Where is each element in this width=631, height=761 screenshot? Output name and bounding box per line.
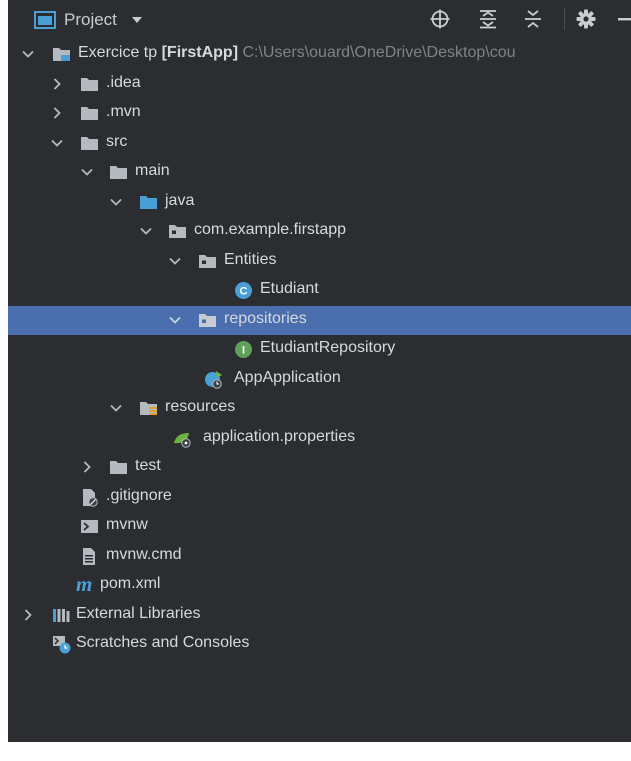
chevron-down-icon[interactable]	[168, 313, 182, 327]
tree-node-label: Etudiant	[260, 280, 319, 297]
gear-icon[interactable]	[576, 9, 596, 29]
spring-properties-icon	[174, 432, 191, 448]
tree-node-label: src	[106, 132, 128, 150]
tree-node-src[interactable]: src	[8, 129, 631, 159]
chevron-down-icon[interactable]	[131, 16, 143, 24]
tree-node-scratches[interactable]: Scratches and Consoles	[8, 630, 631, 660]
folder-icon	[110, 461, 127, 474]
tree-node-repositories[interactable]: repositories	[8, 305, 631, 335]
tree-node-test[interactable]: test	[8, 453, 631, 483]
tree-node-label: .mvn	[106, 103, 141, 120]
package-icon	[199, 313, 216, 327]
ignored-file-icon	[83, 488, 98, 507]
tree-node-label: pom.xml	[100, 575, 161, 592]
tree-node-label: Exercice tp [FirstApp] C:\Users\ouard\On…	[78, 44, 515, 62]
chevron-right-icon[interactable]	[50, 106, 64, 120]
tree-node-gitignore[interactable]: .gitignore	[8, 483, 631, 513]
package-icon	[169, 225, 186, 238]
tree-node-idea[interactable]: .idea	[8, 70, 631, 100]
package-icon	[199, 254, 216, 268]
chevron-down-icon[interactable]	[139, 224, 153, 238]
source-folder-icon	[140, 195, 157, 209]
toolbar-separator	[564, 8, 565, 30]
module-folder-icon	[53, 48, 70, 61]
project-view-selector[interactable]: Project	[34, 10, 143, 30]
tree-node-label: mvnw.cmd	[106, 545, 182, 563]
tree-node-external-libraries[interactable]: External Libraries	[8, 601, 631, 631]
maven-icon: m	[76, 572, 93, 596]
tree-node-entities[interactable]: Entities	[8, 247, 631, 277]
tree-node-label: AppApplication	[234, 368, 341, 386]
project-name: Exercice tp	[78, 44, 158, 61]
scratches-icon	[53, 636, 71, 654]
folder-icon	[81, 77, 98, 91]
tree-node-label: Scratches and Consoles	[76, 634, 250, 651]
chevron-down-icon[interactable]	[80, 165, 94, 179]
folder-icon	[110, 166, 127, 179]
resources-folder-icon	[140, 402, 157, 415]
chevron-down-icon[interactable]	[109, 401, 123, 415]
text-file-icon	[83, 547, 95, 565]
expand-all-icon[interactable]	[478, 9, 498, 29]
project-toolbar: Project	[8, 0, 631, 38]
interface-icon: I	[235, 341, 252, 358]
folder-icon	[81, 136, 98, 150]
tree-node-label: com.example.firstapp	[194, 221, 347, 238]
hide-icon[interactable]	[618, 18, 631, 21]
interface-icon-letter: I	[242, 345, 245, 357]
tree-node-label: java	[165, 191, 195, 209]
chevron-down-icon[interactable]	[50, 136, 64, 150]
tree-node-application-properties[interactable]: application.properties	[8, 424, 631, 454]
chevron-down-icon[interactable]	[168, 254, 182, 268]
tree-node-label: External Libraries	[76, 604, 201, 622]
tree-node-etudiant-repository[interactable]: I EtudiantRepository	[8, 335, 631, 365]
tree-node-label: mvnw	[106, 516, 148, 533]
shell-script-icon	[81, 520, 98, 533]
project-view-title: Project	[64, 10, 117, 29]
tree-node-label: Entities	[224, 250, 277, 268]
chevron-down-icon[interactable]	[21, 47, 35, 61]
library-icon	[53, 608, 70, 622]
tree-node-label: application.properties	[203, 427, 356, 445]
class-icon-letter: C	[240, 286, 248, 298]
tree-node-mvnw-cmd[interactable]: mvnw.cmd	[8, 542, 631, 572]
chevron-right-icon[interactable]	[21, 608, 35, 622]
tree-node-mvn[interactable]: .mvn	[8, 99, 631, 129]
locate-file-icon[interactable]	[430, 9, 450, 29]
class-icon: C	[235, 282, 252, 299]
tree-node-label: .gitignore	[106, 486, 172, 504]
tree-node-label: .idea	[106, 73, 141, 91]
chevron-down-icon[interactable]	[109, 195, 123, 209]
collapse-all-icon[interactable]	[523, 9, 543, 29]
project-window-icon	[34, 11, 56, 29]
tree-node-project-root[interactable]: Exercice tp [FirstApp] C:\Users\ouard\On…	[8, 40, 631, 70]
tree-node-label: resources	[165, 398, 236, 415]
tree-node-app-application[interactable]: AppApplication	[8, 365, 631, 395]
project-path: C:\Users\ouard\OneDrive\Desktop\cou	[242, 44, 516, 61]
folder-icon	[81, 107, 98, 120]
chevron-right-icon[interactable]	[50, 77, 64, 91]
tree-node-label: EtudiantRepository	[260, 339, 396, 356]
tree-node-label: main	[135, 162, 170, 179]
chevron-right-icon[interactable]	[80, 460, 94, 474]
tree-node-resources[interactable]: resources	[8, 394, 631, 424]
tree-node-label: repositories	[224, 309, 307, 327]
spring-boot-class-icon	[205, 370, 222, 389]
tree-node-label: test	[135, 457, 161, 474]
tree-node-package-firstapp[interactable]: com.example.firstapp	[8, 217, 631, 247]
module-name: [FirstApp]	[161, 44, 239, 61]
tree-node-etudiant[interactable]: C Etudiant	[8, 276, 631, 306]
tree-node-main[interactable]: main	[8, 158, 631, 188]
tree-node-pom[interactable]: m pom.xml	[8, 571, 631, 601]
tree-node-mvnw[interactable]: mvnw	[8, 512, 631, 542]
tree-node-java[interactable]: java	[8, 188, 631, 218]
project-tool-window: Project Exercice tp [FirstApp] C:\Users\…	[8, 0, 631, 742]
